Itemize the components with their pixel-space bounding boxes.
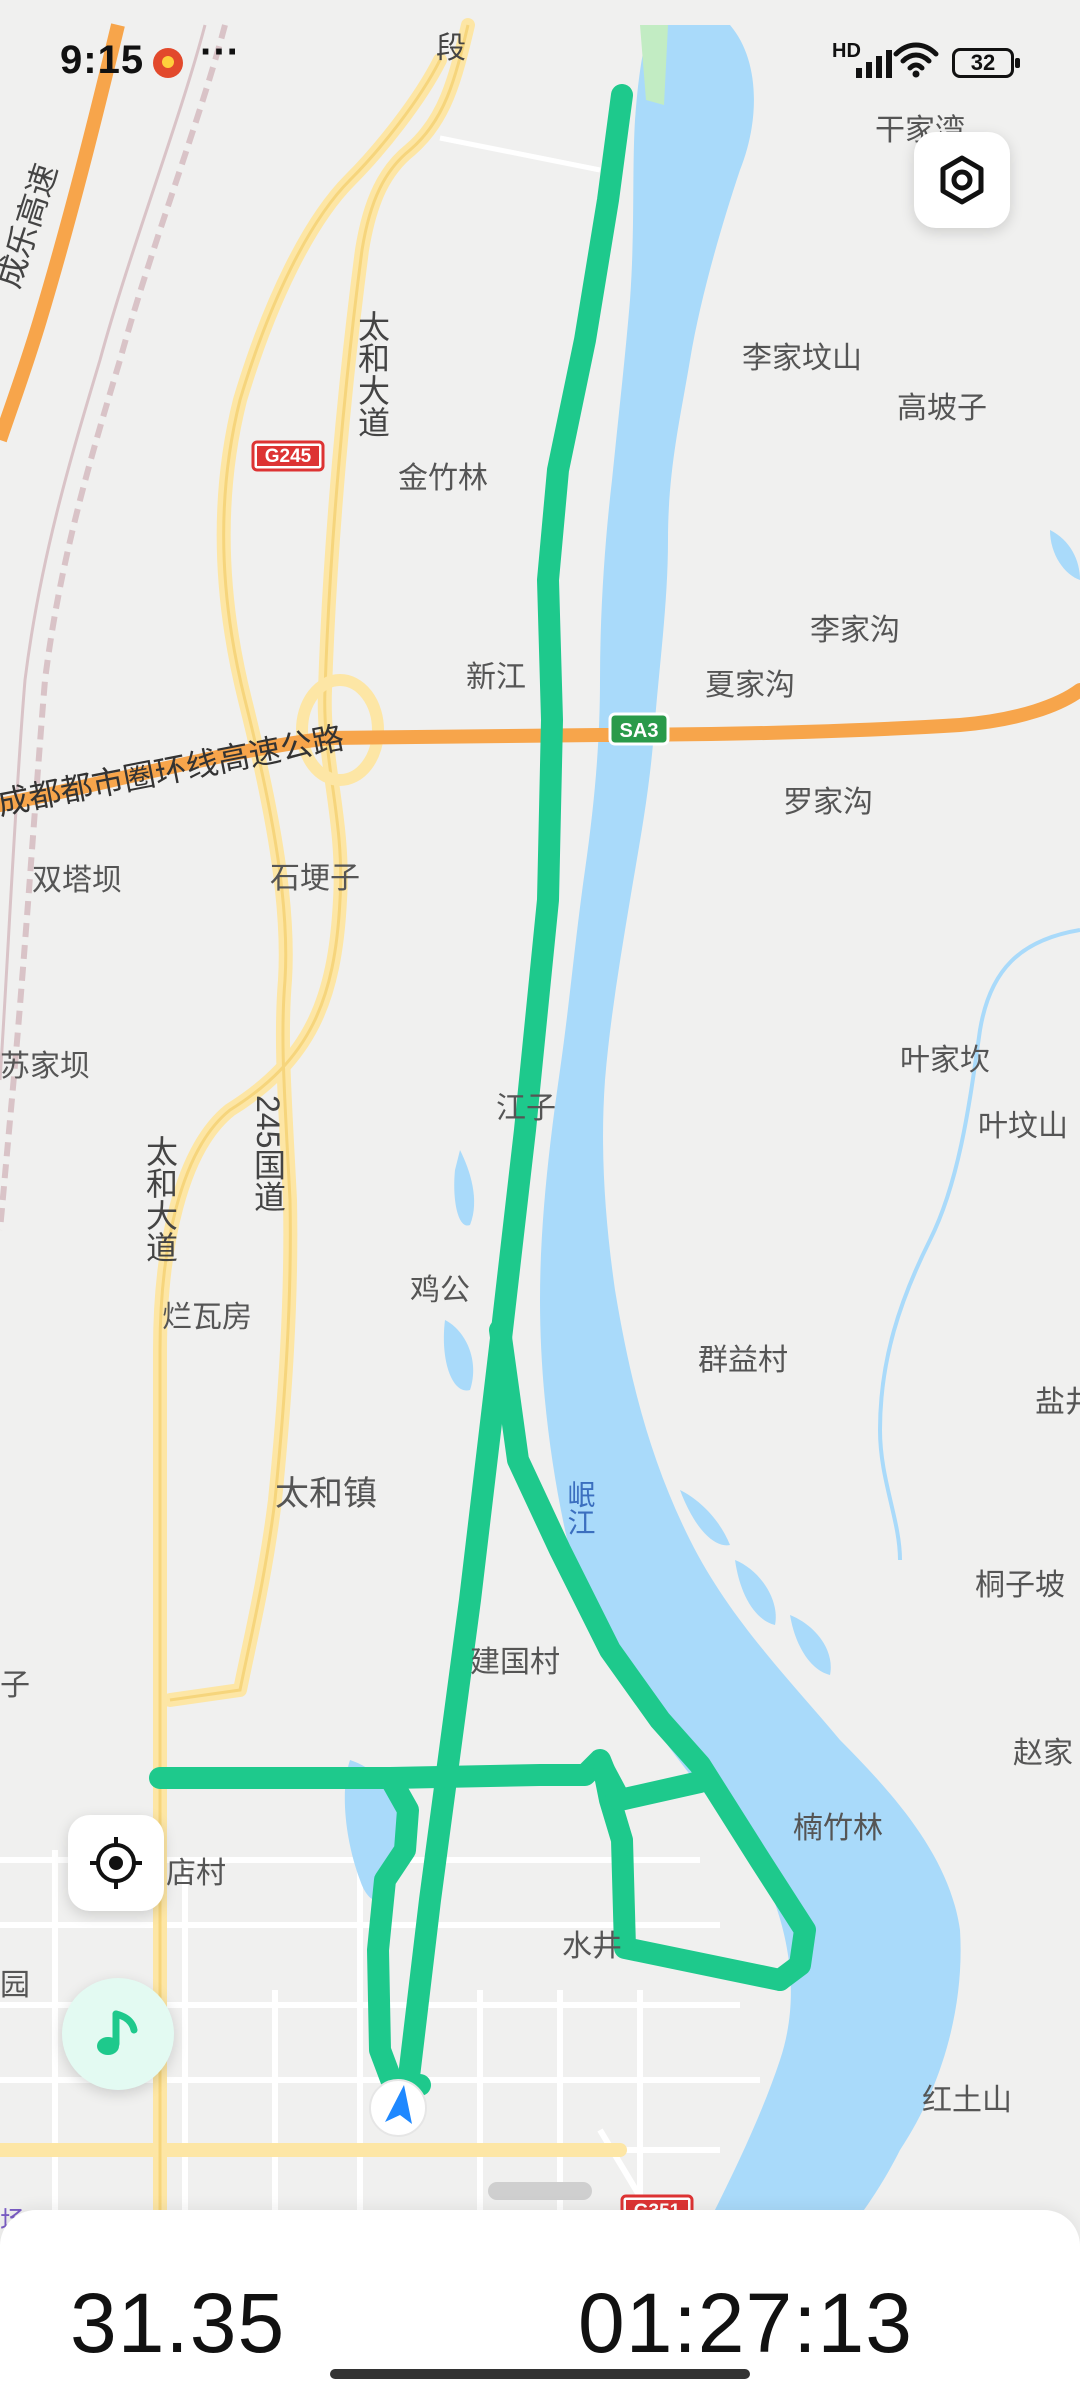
hexagon-gear-icon <box>940 155 984 205</box>
label-shigengzi: 石埂子 <box>270 862 360 895</box>
label-taihezhen: 太和镇 <box>275 1475 377 1513</box>
more-notifications-icon: ··· <box>200 30 240 74</box>
duration-value: 01:27:13 <box>578 2276 913 2370</box>
music-button[interactable] <box>62 1978 174 2090</box>
label-sujiaba: 苏家坝 <box>0 1050 90 1083</box>
settings-button[interactable] <box>914 132 1010 228</box>
wifi-icon <box>893 42 939 78</box>
distance-value: 31.35 <box>70 2276 286 2370</box>
home-indicator[interactable] <box>330 2369 750 2379</box>
label-jigong: 鸡公 <box>410 1274 470 1307</box>
label-xiajiagou: 夏家沟 <box>705 669 795 702</box>
label-yuan: 园 <box>0 1969 30 2002</box>
label-jiangzi: 江子 <box>496 1092 556 1125</box>
status-bar: 9:15 ··· HD 32 <box>0 0 1080 110</box>
locate-me-button[interactable] <box>68 1815 164 1911</box>
label-shuangtaba: 双塔坝 <box>32 864 122 897</box>
svg-text:G245: G245 <box>265 446 312 467</box>
label-taihe-top: 太和大道 <box>354 310 390 438</box>
shield-sa3: SA3 <box>608 712 670 746</box>
label-shuijing: 水井 <box>562 1930 622 1963</box>
app-root: { "status_bar": { "time": "9:15", "more"… <box>0 0 1080 2400</box>
label-jianguocun: 建国村 <box>470 1646 560 1679</box>
battery-icon: 32 <box>952 48 1020 78</box>
label-yejiakan: 叶家坎 <box>900 1044 990 1077</box>
label-qunyicun: 群益村 <box>698 1344 788 1377</box>
label-lanwafang: 烂瓦房 <box>162 1301 252 1334</box>
shield-g245: G245 <box>251 440 325 472</box>
music-note-icon <box>97 2010 138 2055</box>
label-tongzipo: 桐子坡 <box>975 1569 1065 1602</box>
svg-text:SA3: SA3 <box>620 720 659 742</box>
label-minjiang: 岷江 <box>565 1480 596 1536</box>
label-zi: 子 <box>0 1669 30 1702</box>
status-time: 9:15 <box>60 38 145 82</box>
label-luojiagou: 罗家沟 <box>783 786 873 819</box>
label-hongtushan: 红土山 <box>922 2084 1012 2117</box>
label-lijiafenshan: 李家坟山 <box>742 342 862 375</box>
current-location-marker <box>369 2079 427 2137</box>
label-yefenshan: 叶坟山 <box>978 1110 1068 1143</box>
label-gaopozi: 高坡子 <box>897 392 987 425</box>
label-zhaojia: 赵家 <box>1013 1737 1073 1770</box>
label-xinjiang: 新江 <box>466 661 526 694</box>
weibo-notification-icon <box>153 48 183 78</box>
map-drag-indicator[interactable] <box>488 2182 592 2200</box>
crosshair-icon <box>90 1837 142 1889</box>
label-lijiagou: 李家沟 <box>810 614 900 647</box>
label-nanzhulin: 楠竹林 <box>793 1812 883 1845</box>
label-diancun: 店村 <box>166 1857 226 1890</box>
label-yanjing: 盐井 <box>1035 1386 1080 1419</box>
label-245: 245国道 <box>250 1095 286 1212</box>
label-jinzhulin: 金竹林 <box>398 462 488 495</box>
label-taihe-left: 太和大道 <box>142 1135 178 1263</box>
